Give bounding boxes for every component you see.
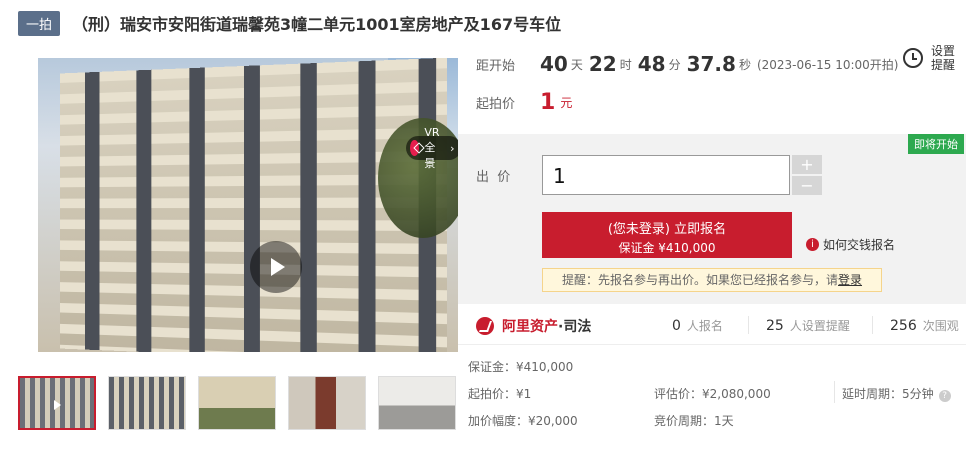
minutes-unit: 分 xyxy=(669,56,681,73)
delay-period-detail: 延时周期：5分钟? xyxy=(842,385,951,402)
play-video-button[interactable] xyxy=(250,241,302,293)
increase-bid-button[interactable]: + xyxy=(792,155,822,174)
brand-suffix: ·司法 xyxy=(558,316,591,336)
auction-round-tag: 一拍 xyxy=(18,11,60,36)
bid-amount-input[interactable]: 1 xyxy=(542,155,790,195)
reminder-count-label: 人设置提醒 xyxy=(790,319,850,333)
signup-count: 0 人报名 xyxy=(672,317,723,334)
countdown-hours: 22 xyxy=(589,52,617,76)
countdown-days: 40 xyxy=(540,52,568,76)
ali-assets-logo-icon xyxy=(476,317,494,335)
view-count-value: 256 xyxy=(890,318,917,334)
bid-stepper: + − xyxy=(792,155,822,197)
thumbnail-5[interactable] xyxy=(378,376,456,430)
start-price-value: 1 xyxy=(540,90,555,115)
days-unit: 天 xyxy=(571,56,583,73)
title-row: 一拍 （刑）瑞安市安阳街道瑞馨苑3幢二单元1001室房地产及167号车位 xyxy=(18,10,561,36)
payment-help-label: 如何交钱报名 xyxy=(823,236,895,253)
page-title: （刑）瑞安市安阳街道瑞馨苑3幢二单元1001室房地产及167号车位 xyxy=(72,11,561,35)
set-reminder-button[interactable]: 设置提醒 xyxy=(903,44,957,72)
reminder-count-value: 25 xyxy=(766,318,784,334)
seconds-unit: 秒 xyxy=(739,56,751,73)
decrease-bid-button[interactable]: − xyxy=(792,176,822,195)
reminder-count: 25 人设置提醒 xyxy=(766,317,850,334)
auction-period-detail: 竞价周期：1天 xyxy=(654,412,734,429)
play-icon xyxy=(271,258,285,276)
view-count: 256 次围观 xyxy=(890,317,959,334)
login-link[interactable]: 登录 xyxy=(838,273,862,287)
brand: 阿里资产 ·司法 xyxy=(476,316,591,336)
tip-text: 提醒：先报名参与再出价。如果您已经报名参与，请 xyxy=(562,273,838,287)
login-tip: 提醒：先报名参与再出价。如果您已经报名参与，请登录 xyxy=(542,268,882,292)
divider xyxy=(834,381,835,403)
payment-help-link[interactable]: i 如何交钱报名 xyxy=(806,236,895,253)
increment-detail: 加价幅度：¥20,000 xyxy=(468,412,578,429)
signup-button[interactable]: (您未登录) 立即报名 保证金 ¥410,000 xyxy=(542,212,792,258)
status-badge: 即将开始 xyxy=(908,134,964,154)
signup-count-label: 人报名 xyxy=(687,319,723,333)
set-reminder-label: 设置提醒 xyxy=(931,44,957,72)
thumbnail-strip xyxy=(18,376,468,430)
bid-panel: 即将开始 出 价 1 + − (您未登录) 立即报名 保证金 ¥410,000 … xyxy=(458,134,966,304)
info-icon: i xyxy=(806,238,819,251)
start-price-row: 起拍价 1 元 xyxy=(458,90,572,115)
start-time: (2023-06-15 10:00开拍) xyxy=(757,56,899,73)
vr-icon xyxy=(410,140,419,156)
countdown-seconds: 37.8 xyxy=(687,52,736,76)
brand-prefix: 阿里资产 xyxy=(502,316,558,336)
start-price-detail: 起拍价：¥1 xyxy=(468,385,531,402)
signup-count-value: 0 xyxy=(672,318,681,334)
signup-deposit: 保证金 ¥410,000 xyxy=(542,239,792,256)
thumbnail-2[interactable] xyxy=(108,376,186,430)
view-count-label: 次围观 xyxy=(923,319,959,333)
delay-period-text: 延时周期：5分钟 xyxy=(842,387,934,401)
alarm-clock-icon xyxy=(903,48,923,68)
thumbnail-1[interactable] xyxy=(18,376,96,430)
bid-label: 出 价 xyxy=(476,166,510,185)
countdown-row: 距开始 40 天 22 时 48 分 37.8 秒 (2023-06-15 10… xyxy=(458,52,898,76)
countdown-label: 距开始 xyxy=(458,55,540,74)
vr-panorama-button[interactable]: VR全景 › xyxy=(406,136,458,160)
countdown-minutes: 48 xyxy=(638,52,666,76)
divider xyxy=(748,316,749,334)
start-price-unit: 元 xyxy=(560,94,572,111)
thumbnail-3[interactable] xyxy=(198,376,276,430)
thumbnail-4[interactable] xyxy=(288,376,366,430)
signup-label: (您未登录) 立即报名 xyxy=(542,218,792,237)
play-icon xyxy=(54,400,61,410)
chevron-right-icon: › xyxy=(450,142,454,155)
stats-bar: 阿里资产 ·司法 0 人报名 25 人设置提醒 256 次围观 xyxy=(458,308,966,345)
appraisal-detail: 评估价：¥2,080,000 xyxy=(654,385,771,402)
help-icon[interactable]: ? xyxy=(939,390,951,402)
main-photo[interactable]: VR全景 › xyxy=(38,58,458,352)
vr-label: VR全景 xyxy=(424,126,446,171)
start-price-label: 起拍价 xyxy=(458,93,540,112)
hours-unit: 时 xyxy=(620,56,632,73)
deposit-detail: 保证金：¥410,000 xyxy=(468,358,573,375)
divider xyxy=(872,316,873,334)
